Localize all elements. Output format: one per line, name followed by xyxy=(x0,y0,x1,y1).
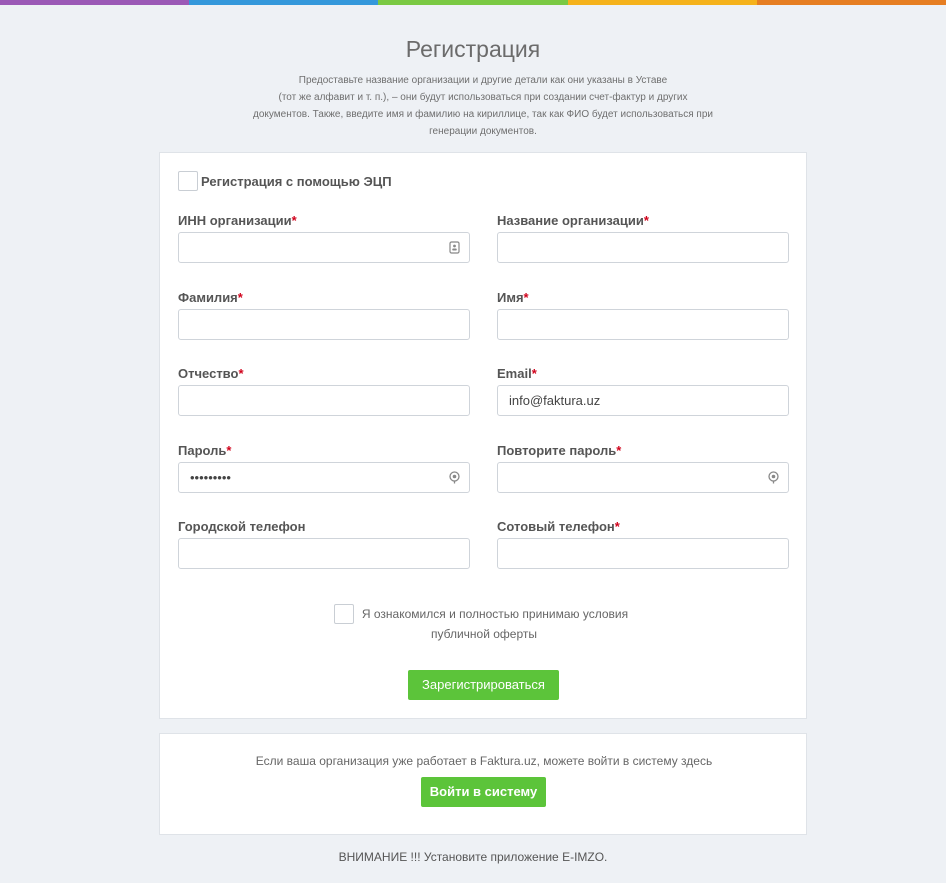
login-prompt-text: Если ваша организация уже работает в Fak… xyxy=(255,754,713,768)
password-input[interactable]: ••••••••• xyxy=(178,462,470,493)
email-input[interactable]: info@faktura.uz xyxy=(497,385,789,416)
register-button[interactable]: Зарегистрироваться xyxy=(408,670,559,700)
id-card-icon xyxy=(449,241,460,254)
subtitle-line: генерации документов. xyxy=(429,126,537,137)
password-repeat-label: Повторите пароль* xyxy=(497,443,622,458)
subtitle-line: документов. Также, введите имя и фамилию… xyxy=(253,109,713,120)
terms-text: Я ознакомился и полностью принимаю услов… xyxy=(160,604,808,644)
page-title: Регистрация xyxy=(405,36,541,62)
login-card: Если ваша организация уже работает в Fak… xyxy=(159,733,807,835)
patronymic-label: Отчество* xyxy=(178,366,244,381)
password-repeat-input[interactable] xyxy=(497,462,789,493)
subtitle-line: Предоставьте название организации и друг… xyxy=(298,75,668,86)
patronymic-input[interactable] xyxy=(178,385,470,416)
inn-input[interactable] xyxy=(178,232,470,263)
city-phone-label: Городской телефон xyxy=(178,519,306,534)
last-name-input[interactable] xyxy=(178,309,470,340)
email-input-value: info@faktura.uz xyxy=(509,393,601,408)
first-name-label: Имя* xyxy=(497,290,529,305)
eye-icon[interactable] xyxy=(767,471,780,484)
subtitle-line: (тот же алфавит и т. п.), – они будут ис… xyxy=(278,92,688,103)
last-name-label: Фамилия* xyxy=(178,290,243,305)
terms-line-1: Я ознакомился и полностью принимаю услов… xyxy=(361,607,629,621)
login-button[interactable]: Войти в систему xyxy=(421,777,546,807)
first-name-input[interactable] xyxy=(497,309,789,340)
inn-label: ИНН организации* xyxy=(178,213,297,228)
registration-form-card: Регистрация с помощью ЭЦП ИНН организаци… xyxy=(159,152,807,719)
page-subtitle: Предоставьте название организации и друг… xyxy=(233,72,733,140)
top-color-bar xyxy=(0,0,946,5)
eds-registration-checkbox[interactable] xyxy=(178,171,198,191)
org-name-input[interactable] xyxy=(497,232,789,263)
top-bar-segment-green xyxy=(378,0,568,5)
mobile-phone-label: Сотовый телефон* xyxy=(497,519,620,534)
email-label: Email* xyxy=(497,366,537,381)
mobile-phone-input[interactable] xyxy=(497,538,789,569)
org-name-label: Название организации* xyxy=(497,213,649,228)
public-offer-link[interactable]: публичной оферты xyxy=(160,624,808,644)
top-bar-segment-blue xyxy=(189,0,379,5)
top-bar-segment-purple xyxy=(0,0,190,5)
eimzo-warning: ВНИМАНИЕ !!! Установите приложение E-IMZ… xyxy=(338,850,608,864)
eye-icon[interactable] xyxy=(448,471,461,484)
top-bar-segment-yellow xyxy=(567,0,757,5)
top-bar-segment-orange xyxy=(756,0,946,5)
password-label: Пароль* xyxy=(178,443,232,458)
city-phone-input[interactable] xyxy=(178,538,470,569)
password-input-value: ••••••••• xyxy=(190,470,231,485)
eds-registration-label: Регистрация с помощью ЭЦП xyxy=(201,174,392,189)
